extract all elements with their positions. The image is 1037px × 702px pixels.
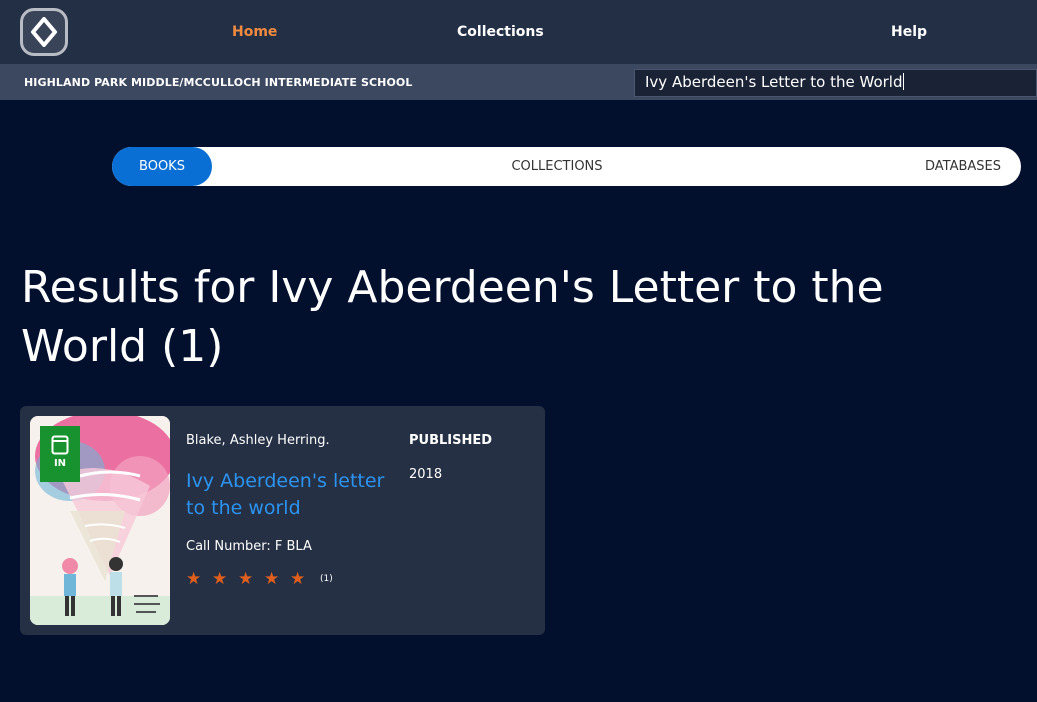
call-number: Call Number: F BLA bbox=[186, 539, 312, 554]
book-icon bbox=[51, 435, 69, 455]
tab-books[interactable]: BOOKS bbox=[112, 147, 212, 186]
published-label: PUBLISHED bbox=[409, 433, 493, 448]
star-icon: ★ bbox=[238, 569, 254, 589]
app-logo-icon[interactable] bbox=[20, 8, 68, 56]
search-input[interactable]: Ivy Aberdeen's Letter to the World bbox=[634, 69, 1037, 97]
availability-badge: IN bbox=[40, 426, 80, 482]
tab-databases[interactable]: DATABASES bbox=[921, 147, 1001, 186]
book-title-link[interactable]: Ivy Aberdeen's letter to the world bbox=[186, 468, 396, 522]
top-navigation: Home Collections Help bbox=[0, 0, 1037, 64]
school-name: HIGHLAND PARK MIDDLE/MCCULLOCH INTERMEDI… bbox=[24, 76, 413, 89]
text-cursor bbox=[902, 73, 904, 90]
results-heading: Results for Ivy Aberdeen's Letter to the… bbox=[21, 262, 884, 372]
rating-stars: ★ ★ ★ ★ ★ (1) bbox=[186, 569, 333, 589]
nav-home-link[interactable]: Home bbox=[232, 24, 277, 40]
book-author[interactable]: Blake, Ashley Herring. bbox=[186, 433, 330, 448]
result-card: IN Blake, Ashley Herring. Ivy Aberdeen's… bbox=[20, 406, 545, 635]
search-scope-tabs: BOOKS COLLECTIONS DATABASES bbox=[112, 147, 1021, 186]
tab-collections[interactable]: COLLECTIONS bbox=[502, 147, 612, 186]
star-icon: ★ bbox=[264, 569, 280, 589]
published-year: 2018 bbox=[409, 467, 443, 482]
book-cover-image[interactable]: IN bbox=[30, 416, 170, 625]
nav-collections-link[interactable]: Collections bbox=[457, 24, 544, 40]
availability-status: IN bbox=[53, 458, 67, 469]
star-icon: ★ bbox=[212, 569, 228, 589]
rating-count: (1) bbox=[320, 574, 333, 584]
star-icon: ★ bbox=[186, 569, 202, 589]
nav-help-link[interactable]: Help bbox=[891, 24, 927, 40]
search-input-value: Ivy Aberdeen's Letter to the World bbox=[645, 73, 903, 91]
star-icon: ★ bbox=[290, 569, 306, 589]
